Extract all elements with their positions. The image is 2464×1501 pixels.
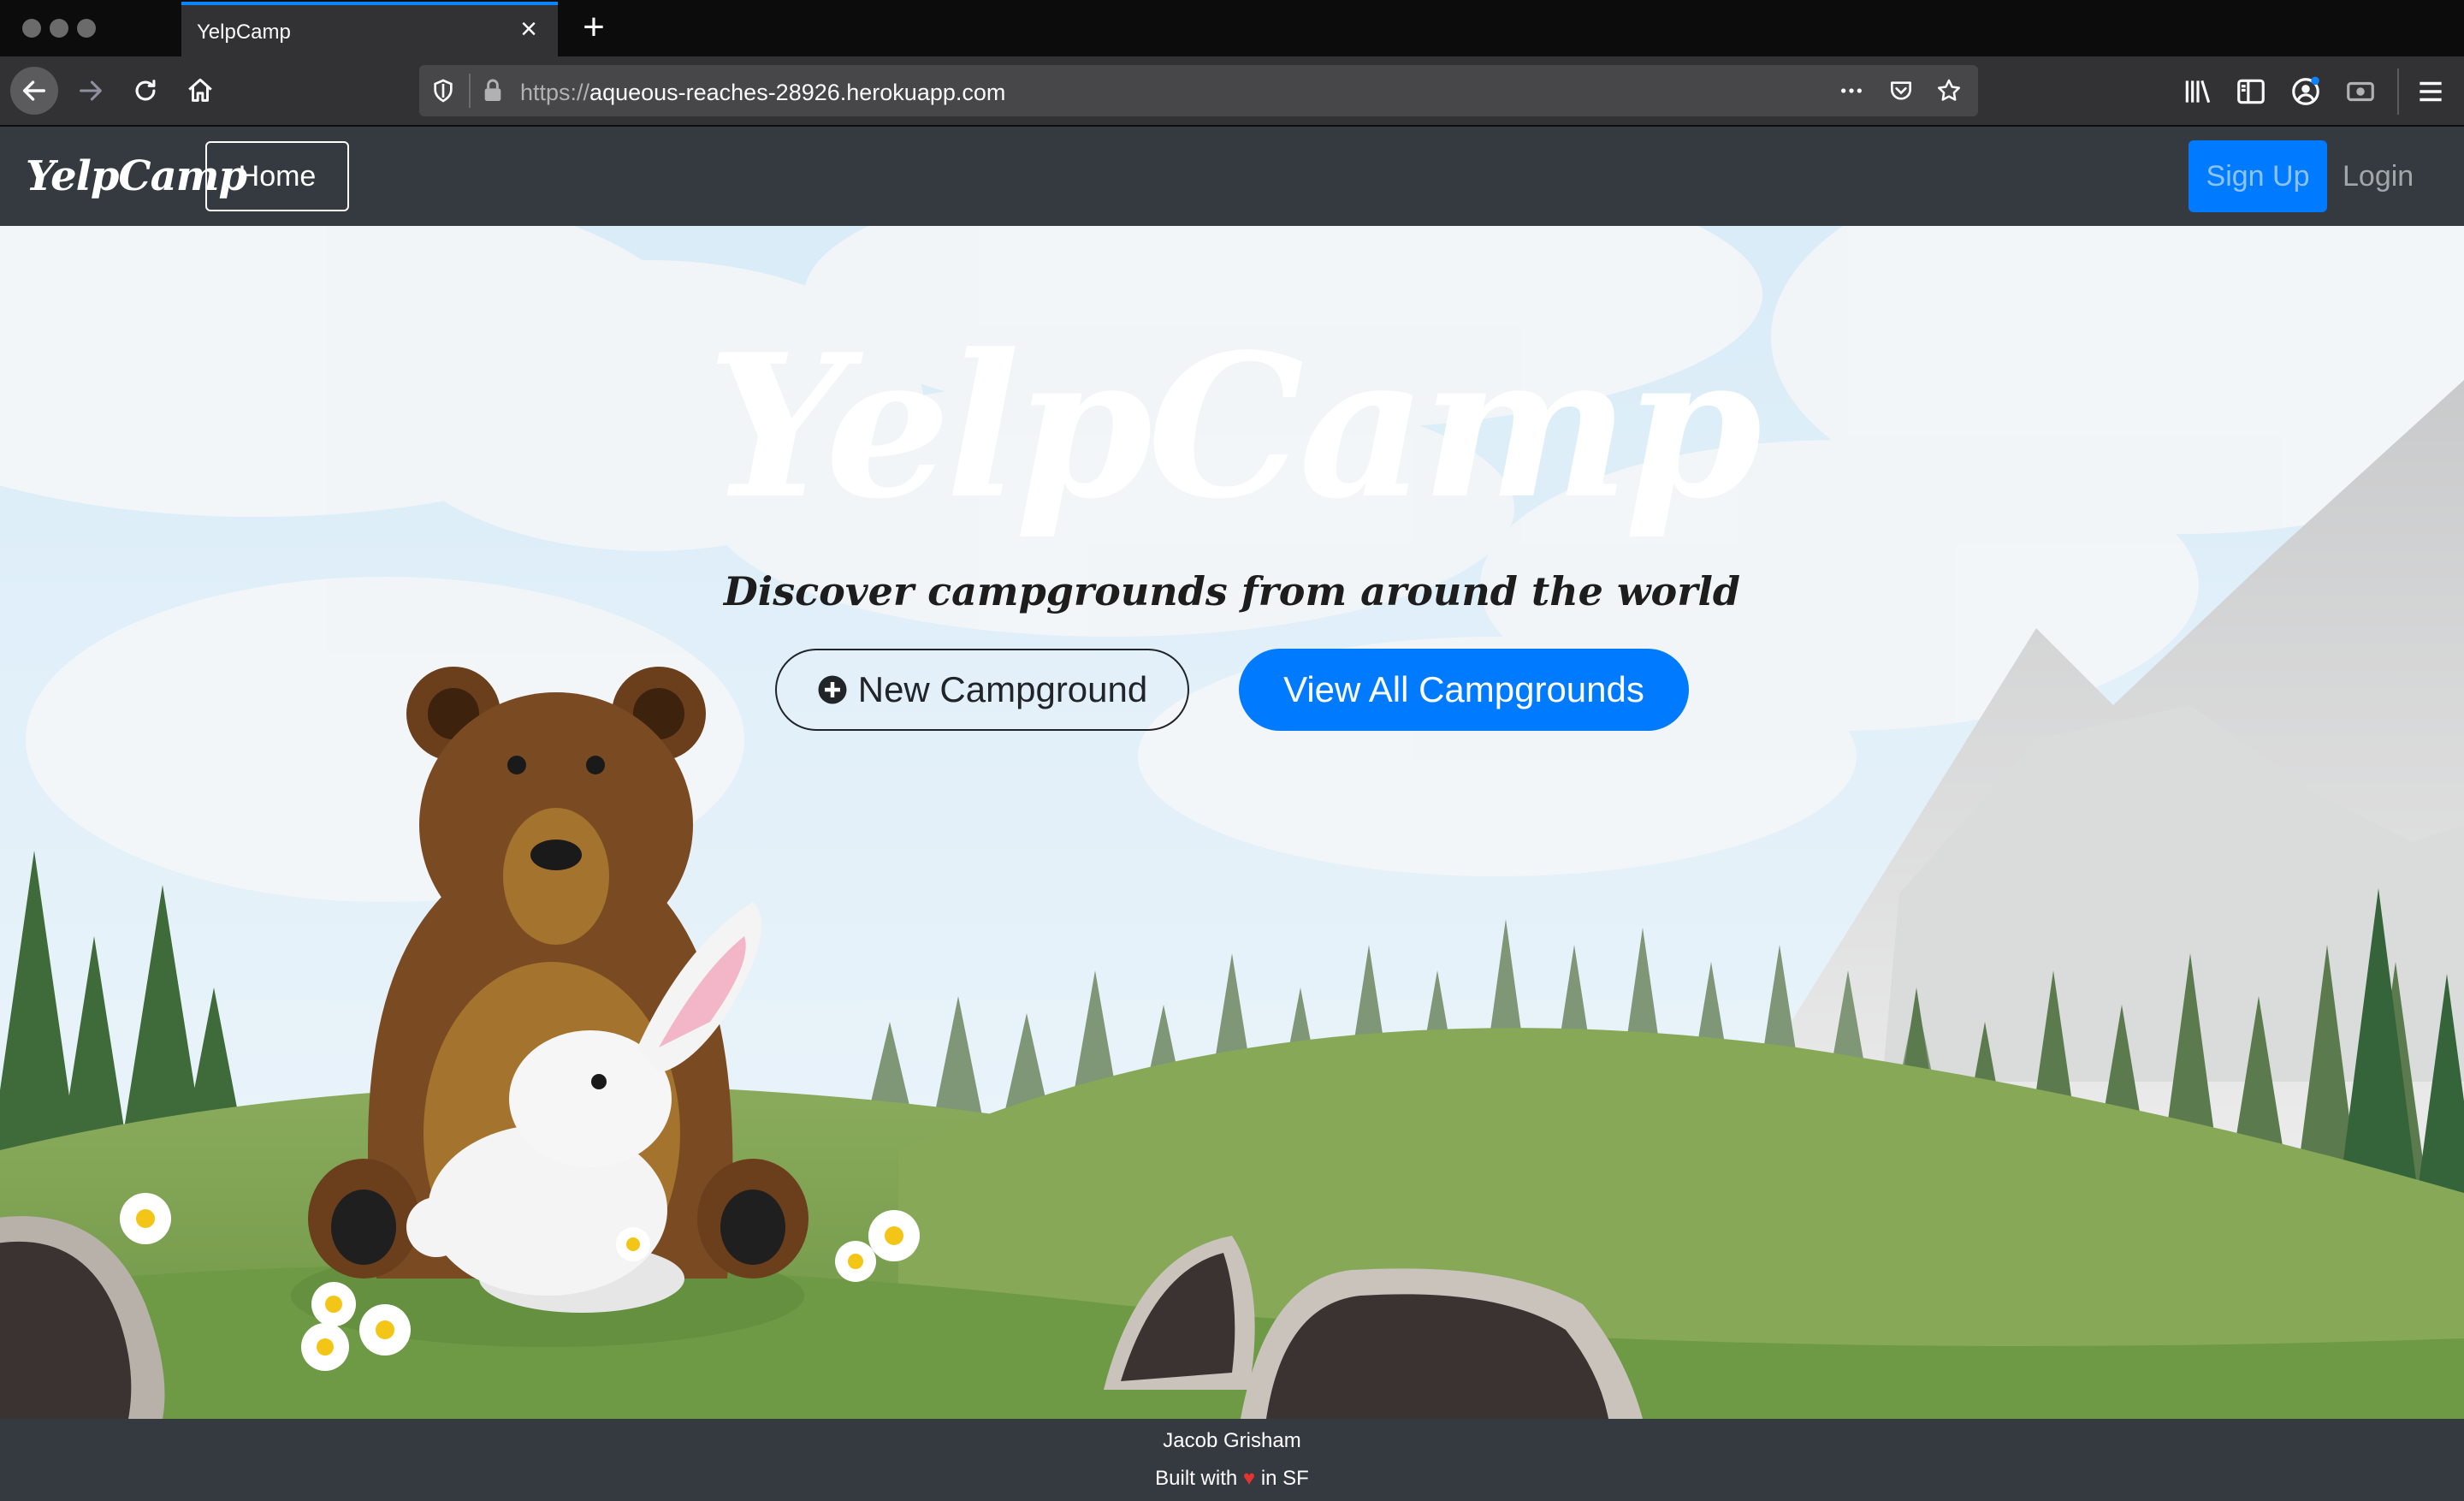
url-text[interactable]: https://aqueous-reaches-28926.herokuapp.… — [520, 80, 1005, 106]
home-button[interactable] — [176, 67, 224, 115]
home-link[interactable]: Home — [205, 141, 349, 211]
new-tab-icon[interactable]: + — [575, 9, 613, 46]
hero-section: YelpCamp Discover campgrounds from aroun… — [0, 226, 2464, 1419]
site-footer: Jacob Grisham Built with ♥ in SF — [0, 1419, 2464, 1501]
sidebar-icon[interactable] — [2235, 75, 2267, 108]
url-host: aqueous-reaches-28926.herokuapp.com — [589, 80, 1006, 105]
forward-button[interactable] — [67, 67, 115, 115]
footer-built-with: Built with ♥ in SF — [0, 1467, 2464, 1491]
hero-title: YelpCamp — [707, 311, 1762, 543]
plus-circle-icon — [818, 675, 847, 704]
hamburger-menu-icon[interactable] — [2414, 75, 2447, 108]
footer-built-suffix: in SF — [1260, 1467, 1309, 1490]
reload-icon — [135, 80, 156, 101]
back-button[interactable] — [10, 67, 58, 115]
tab-title: YelpCamp — [197, 21, 291, 44]
more-icon[interactable] — [1838, 77, 1865, 104]
signup-button[interactable]: Sign Up — [2189, 140, 2327, 212]
account-icon[interactable] — [2289, 75, 2322, 108]
screenshot-icon[interactable] — [2344, 75, 2377, 108]
home-icon — [188, 78, 212, 102]
browser-tab-bar: YelpCamp × + — [0, 0, 2464, 56]
hero-subtitle: Discover campgrounds from around the wor… — [723, 568, 1741, 614]
browser-tab[interactable]: YelpCamp × — [181, 2, 558, 56]
heart-icon: ♥ — [1242, 1467, 1256, 1490]
library-icon[interactable] — [2182, 75, 2214, 108]
lock-icon[interactable] — [479, 77, 506, 104]
window-close-dot[interactable] — [22, 19, 41, 38]
pocket-icon[interactable] — [1887, 77, 1915, 104]
new-campground-button[interactable]: New Campground — [775, 649, 1189, 731]
window-minimize-dot[interactable] — [50, 19, 68, 38]
bookmark-star-icon[interactable] — [1935, 77, 1963, 104]
browser-toolbar: https://aqueous-reaches-28926.herokuapp.… — [0, 56, 2464, 127]
footer-author: Jacob Grisham — [1163, 1429, 1301, 1452]
url-scheme: https:// — [520, 80, 590, 105]
forward-arrow-icon — [80, 80, 102, 101]
view-all-campgrounds-button[interactable]: View All Campgrounds — [1239, 649, 1689, 731]
url-divider — [469, 74, 471, 108]
footer-built-prefix: Built with — [1155, 1467, 1238, 1490]
reload-button[interactable] — [121, 67, 169, 115]
shield-icon[interactable] — [429, 77, 457, 104]
toolbar-divider — [2397, 68, 2399, 115]
new-campground-label: New Campground — [857, 669, 1148, 709]
login-link[interactable]: Login — [2343, 140, 2414, 212]
site-navbar: YelpCamp Home Sign Up Login — [0, 127, 2464, 226]
back-arrow-icon — [22, 80, 46, 101]
window-zoom-dot[interactable] — [77, 19, 96, 38]
tab-close-icon[interactable]: × — [512, 12, 546, 46]
url-bar[interactable]: https://aqueous-reaches-28926.herokuapp.… — [419, 65, 1978, 116]
